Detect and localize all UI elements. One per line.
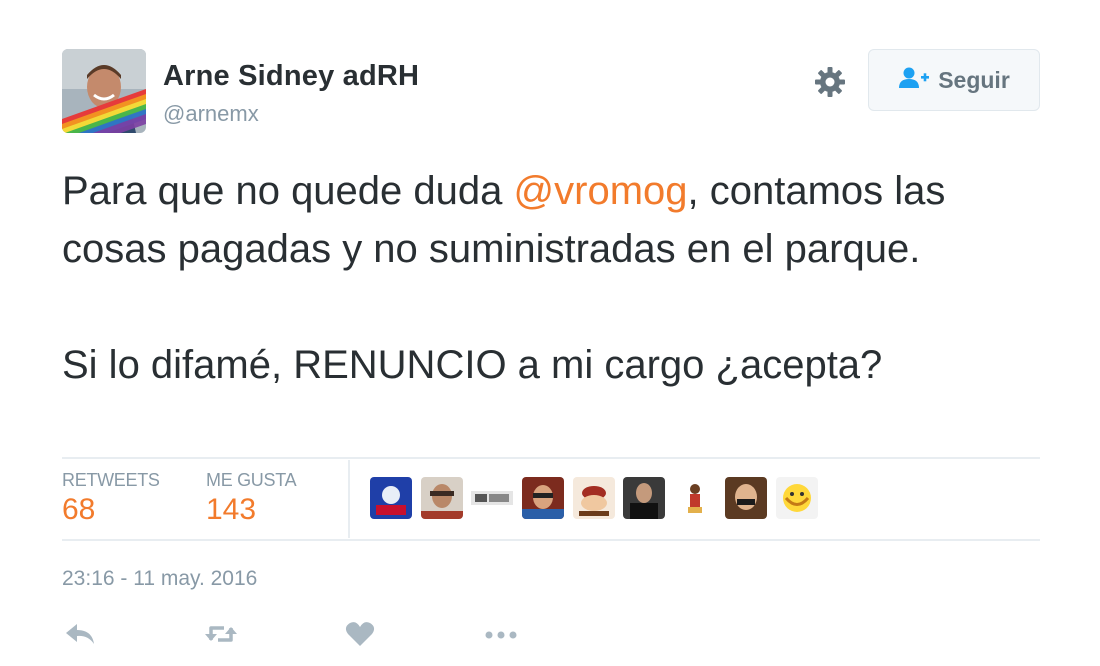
likes-label[interactable]: ME GUSTA [206,470,297,491]
follow-button[interactable]: Seguir [868,49,1040,111]
liker-avatar[interactable] [725,477,767,519]
liker-avatar[interactable] [623,477,665,519]
mention-link[interactable]: @vromog [514,169,688,213]
gear-icon[interactable] [812,64,848,100]
more-icon[interactable] [484,620,517,648]
like-icon[interactable] [345,620,377,648]
author-handle[interactable]: @arnemx [163,101,259,127]
divider [348,460,350,538]
liker-avatar[interactable] [421,477,463,519]
retweets-count[interactable]: 68 [62,493,95,527]
tweet-timestamp[interactable]: 23:16 - 11 may. 2016 [62,567,257,591]
follow-button-label: Seguir [938,66,1010,93]
liker-avatar[interactable] [522,477,564,519]
tweet-paragraph: Para que no quede duda @vromog, contamos… [62,162,1052,278]
tweet-text: Para que no quede duda @vromog, contamos… [62,162,1052,394]
retweets-label[interactable]: RETWEETS [62,470,160,491]
add-user-icon [898,66,930,95]
tweet-paragraph: Si lo difamé, RENUNCIO a mi cargo ¿acept… [62,343,883,387]
liker-avatar[interactable] [573,477,615,519]
author-name[interactable]: Arne Sidney adRH [163,60,419,93]
tweet-text-segment: Para que no quede duda [62,169,514,213]
liker-avatar[interactable] [370,477,412,519]
likes-count[interactable]: 143 [206,493,256,527]
liker-avatar[interactable] [674,477,716,519]
liker-avatar[interactable] [471,477,513,519]
divider [62,457,1040,459]
reply-icon[interactable] [64,620,96,648]
liker-avatar[interactable] [776,477,818,519]
divider [62,539,1040,541]
retweet-icon[interactable] [204,620,237,648]
author-avatar[interactable] [62,49,146,133]
